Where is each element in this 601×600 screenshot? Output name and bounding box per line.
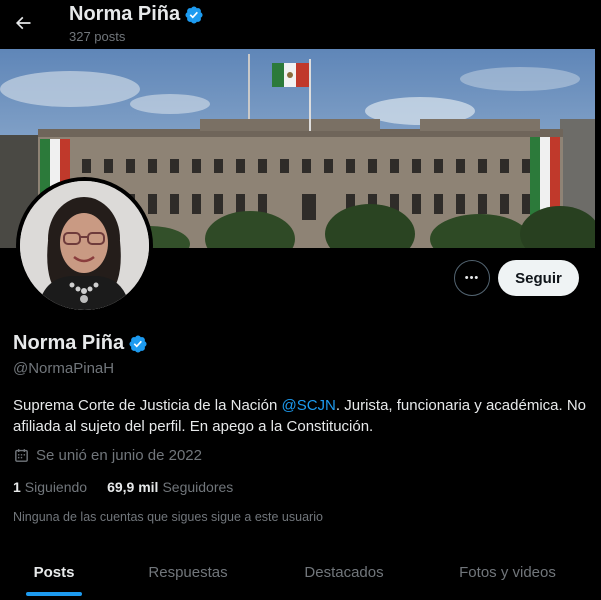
top-bar: Norma Piña 327 posts xyxy=(0,0,601,48)
tab-destacados[interactable]: Destacados xyxy=(268,548,420,596)
tab-respuestas[interactable]: Respuestas xyxy=(108,548,268,596)
bio-mention-link[interactable]: @SCJN xyxy=(281,397,335,414)
following-link[interactable]: 1 Siguiendo xyxy=(13,479,87,495)
more-options-button[interactable]: ••• xyxy=(454,260,490,296)
followers-count: 69,9 mil xyxy=(107,479,159,495)
active-tab-indicator xyxy=(26,592,82,596)
tab-fotos-videos[interactable]: Fotos y videos xyxy=(420,548,595,596)
verified-badge-icon[interactable] xyxy=(128,334,148,354)
verified-badge-icon xyxy=(185,5,203,24)
avatar-image xyxy=(20,181,149,310)
tab-fotos-videos-label: Fotos y videos xyxy=(459,563,556,581)
follow-button[interactable]: Seguir xyxy=(498,260,579,296)
follow-stats: 1 Siguiendo 69,9 mil Seguidores xyxy=(13,479,233,495)
bio-text-start: Suprema Corte de Justicia de la Nación xyxy=(13,397,282,414)
profile-tabs: Posts Respuestas Destacados Fotos y vide… xyxy=(0,548,595,600)
followers-link[interactable]: 69,9 mil Seguidores xyxy=(107,479,233,495)
more-options-icon: ••• xyxy=(464,272,480,284)
followers-you-know-text: Ninguna de las cuentas que sigues sigue … xyxy=(13,510,323,524)
profile-handle: @NormaPinaH xyxy=(13,360,115,377)
tab-destacados-label: Destacados xyxy=(304,563,384,581)
profile-bio: Suprema Corte de Justicia de la Nación @… xyxy=(13,395,588,437)
header-posts-count: 327 posts xyxy=(69,29,126,44)
arrow-left-icon xyxy=(15,16,31,30)
header-name-row: Norma Piña xyxy=(69,3,204,26)
followers-label: Seguidores xyxy=(162,479,234,495)
display-name: Norma Piña xyxy=(13,332,125,354)
header-name: Norma Piña xyxy=(69,3,181,25)
back-button[interactable] xyxy=(6,6,40,40)
joined-date: Se unió en junio de 2022 xyxy=(13,447,202,464)
tab-posts[interactable]: Posts xyxy=(0,548,108,596)
joined-text: Se unió en junio de 2022 xyxy=(36,447,202,464)
following-count: 1 xyxy=(13,479,21,495)
tab-posts-label: Posts xyxy=(33,563,75,581)
tab-respuestas-label: Respuestas xyxy=(148,563,228,581)
following-label: Siguiendo xyxy=(24,479,88,495)
calendar-icon xyxy=(15,449,28,462)
profile-name-row: Norma Piña xyxy=(13,332,148,355)
profile-avatar[interactable] xyxy=(16,177,153,314)
